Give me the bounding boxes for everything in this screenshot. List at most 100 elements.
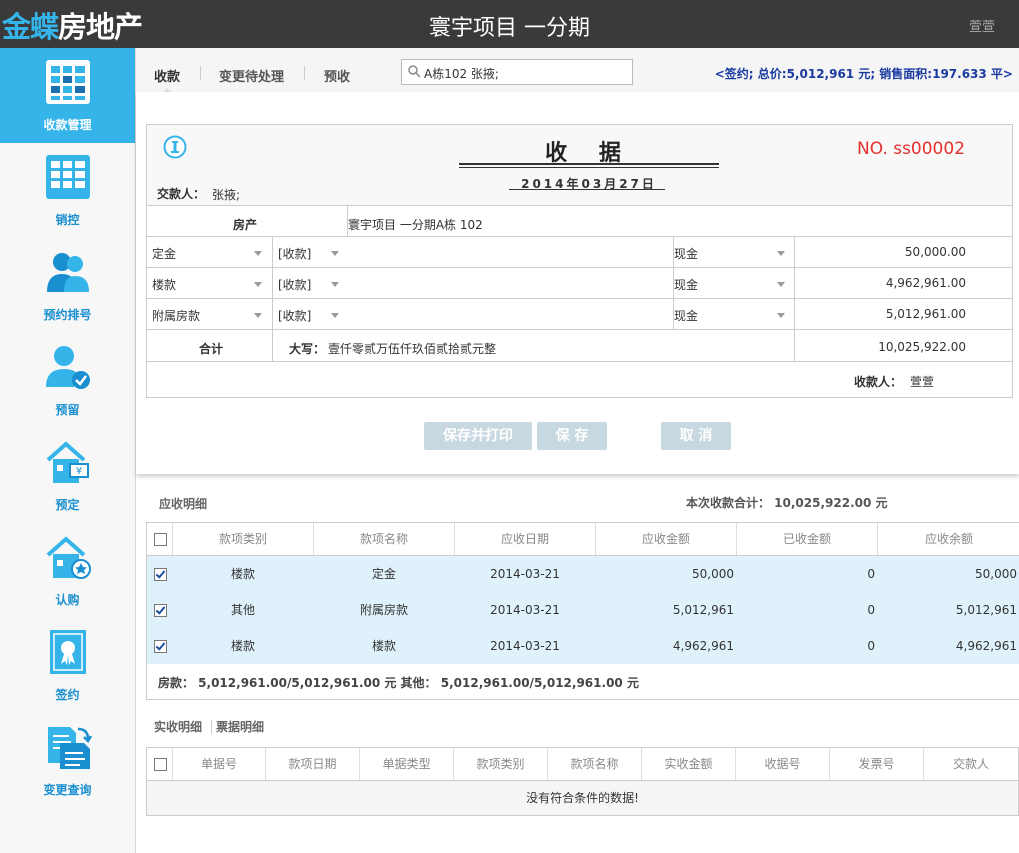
column-header[interactable]: 交款人 xyxy=(924,748,1018,780)
table-header: 款项类别 款项名称 应收日期 应收金额 已收金额 应收余额 xyxy=(147,523,1019,556)
sidebar-item-hold[interactable]: 预留 xyxy=(0,333,135,428)
receipt-form: 收 据 2014年03月27日 NO. ss00002 交款人： 张掖; 房产 … xyxy=(146,124,1013,398)
tab-pending-changes[interactable]: 变更待处理 xyxy=(219,66,284,85)
table-row[interactable]: 其他 附属房款 2014-03-21 5,012,961 0 5,012,961 xyxy=(147,592,1019,629)
column-header[interactable]: 款项类别 xyxy=(173,523,314,555)
select-all-cell xyxy=(147,523,173,555)
cancel-button[interactable]: 取 消 xyxy=(661,422,731,450)
chevron-down-icon[interactable] xyxy=(254,313,262,318)
receiver-label: 收款人： xyxy=(854,375,903,389)
table-row[interactable]: 楼款 定金 2014-03-21 50,000 0 50,000 xyxy=(147,556,1019,593)
column-header[interactable]: 应收日期 xyxy=(455,523,596,555)
chevron-down-icon[interactable] xyxy=(777,282,785,287)
amount-input[interactable]: 5,012,961.00 xyxy=(886,307,966,321)
search-box[interactable]: A栋102 张掖; xyxy=(401,59,633,85)
save-print-button[interactable]: 保存并打印 xyxy=(424,422,532,450)
column-header[interactable]: 款项名称 xyxy=(548,748,642,780)
grid-table-icon xyxy=(46,155,90,199)
column-header[interactable]: 发票号 xyxy=(830,748,924,780)
property-label: 房产 xyxy=(233,218,258,232)
column-header[interactable]: 款项日期 xyxy=(266,748,360,780)
info-icon[interactable] xyxy=(163,135,187,159)
save-button[interactable]: 保 存 xyxy=(537,422,607,450)
tab-separator xyxy=(211,720,212,734)
cell-balance: 5,012,961 xyxy=(955,603,1017,617)
column-header[interactable]: 单据号 xyxy=(173,748,266,780)
row-checkbox[interactable] xyxy=(154,604,167,617)
receipt-line: 附属房款 [收款] 现金 5,012,961.00 xyxy=(147,298,1012,330)
sidebar-item-change-query[interactable]: 变更查询 xyxy=(0,713,135,808)
search-input[interactable]: A栋102 张掖; xyxy=(424,65,499,82)
line-item-select[interactable]: 楼款 xyxy=(152,276,176,293)
select-all-checkbox[interactable] xyxy=(154,533,167,546)
line-type-select[interactable]: [收款] xyxy=(278,276,311,293)
sidebar-item-booking[interactable]: ¥ 预定 xyxy=(0,428,135,523)
payment-method-select[interactable]: 现金 xyxy=(674,276,698,293)
tab-separator xyxy=(200,66,201,80)
chevron-down-icon[interactable] xyxy=(254,251,262,256)
tab-invoice-details[interactable]: 票据明细 xyxy=(216,718,264,735)
user-check-icon xyxy=(46,346,90,389)
tab-prepayment[interactable]: 预收 xyxy=(324,66,350,85)
cell-due: 50,000 xyxy=(692,567,734,581)
capital-amount: 壹仟零贰万伍仟玖佰贰拾贰元整 xyxy=(328,342,497,356)
top-bar: 金蝶房地产 寰宇项目 一分期 萱萱 xyxy=(0,0,1019,48)
capital-label: 大写： xyxy=(289,342,326,356)
column-header[interactable]: 已收金额 xyxy=(737,523,878,555)
column-header[interactable]: 款项类别 xyxy=(454,748,548,780)
receiver-value: 萱萱 xyxy=(910,375,935,389)
sidebar-item-subscription[interactable]: 认购 xyxy=(0,523,135,618)
user-name[interactable]: 萱萱 xyxy=(969,16,995,35)
select-all-cell xyxy=(147,748,173,780)
column-header[interactable]: 单据类型 xyxy=(360,748,454,780)
house-money-icon: ¥ xyxy=(46,441,89,483)
sidebar-item-contract[interactable]: 签约 xyxy=(0,618,135,713)
date-underline xyxy=(509,189,665,190)
cell-category: 楼款 xyxy=(230,639,255,653)
cell-category: 其他 xyxy=(230,603,255,617)
divider xyxy=(794,299,795,330)
sidebar-item-payment-management[interactable]: 收款管理 xyxy=(0,48,135,143)
chevron-down-icon[interactable] xyxy=(254,282,262,287)
receivable-section-title: 应收明细 xyxy=(159,497,208,511)
sidebar-item-sales-control[interactable]: 销控 xyxy=(0,143,135,238)
amount-input[interactable]: 4,962,961.00 xyxy=(886,276,966,290)
empty-message: 没有符合条件的数据! xyxy=(147,781,1018,815)
line-type-select[interactable]: [收款] xyxy=(278,245,311,262)
row-checkbox[interactable] xyxy=(154,568,167,581)
chevron-down-icon[interactable] xyxy=(777,251,785,256)
cell-balance: 50,000 xyxy=(975,567,1017,581)
chevron-down-icon[interactable] xyxy=(331,282,339,287)
line-item-select[interactable]: 定金 xyxy=(152,245,176,262)
cell-name: 附属房款 xyxy=(359,603,408,617)
column-header[interactable]: 应收余额 xyxy=(878,523,1019,555)
select-all-checkbox[interactable] xyxy=(154,758,167,771)
title-underline xyxy=(459,163,719,165)
tab-separator xyxy=(304,66,305,80)
receipt-line: 定金 [收款] 现金 50,000.00 xyxy=(147,236,1012,268)
chevron-down-icon[interactable] xyxy=(331,313,339,318)
payment-method-select[interactable]: 现金 xyxy=(674,245,698,262)
chevron-down-icon[interactable] xyxy=(331,251,339,256)
sidebar-item-reservation-queue[interactable]: 预约排号 xyxy=(0,238,135,333)
sidebar-item-label: 预定 xyxy=(55,498,80,512)
line-item-select[interactable]: 附属房款 xyxy=(152,307,200,324)
payment-method-select[interactable]: 现金 xyxy=(674,307,698,324)
divider xyxy=(272,237,273,268)
receipt-panel: 收 据 2014年03月27日 NO. ss00002 交款人： 张掖; 房产 … xyxy=(136,92,1019,474)
line-type-select[interactable]: [收款] xyxy=(278,307,311,324)
column-header[interactable]: 实收金额 xyxy=(642,748,736,780)
column-header[interactable]: 款项名称 xyxy=(314,523,455,555)
row-checkbox[interactable] xyxy=(154,640,167,653)
chevron-down-icon[interactable] xyxy=(777,313,785,318)
column-header[interactable]: 收据号 xyxy=(736,748,830,780)
contract-summary: <签约; 总价:5,012,961 元; 销售面积:197.633 平> xyxy=(714,67,1013,81)
column-header[interactable]: 应收金额 xyxy=(596,523,737,555)
sidebar-item-label: 认购 xyxy=(55,593,80,607)
table-row[interactable]: 楼款 楼款 2014-03-21 4,962,961 0 4,962,961 xyxy=(147,628,1019,665)
amount-input[interactable]: 50,000.00 xyxy=(905,245,966,259)
table-header: 单据号 款项日期 单据类型 款项类别 款项名称 实收金额 收据号 发票号 交款人 xyxy=(147,748,1018,781)
cell-balance: 4,962,961 xyxy=(955,639,1017,653)
tab-payment[interactable]: 收款 xyxy=(154,66,180,85)
tab-actual-receipts[interactable]: 实收明细 xyxy=(154,718,202,735)
